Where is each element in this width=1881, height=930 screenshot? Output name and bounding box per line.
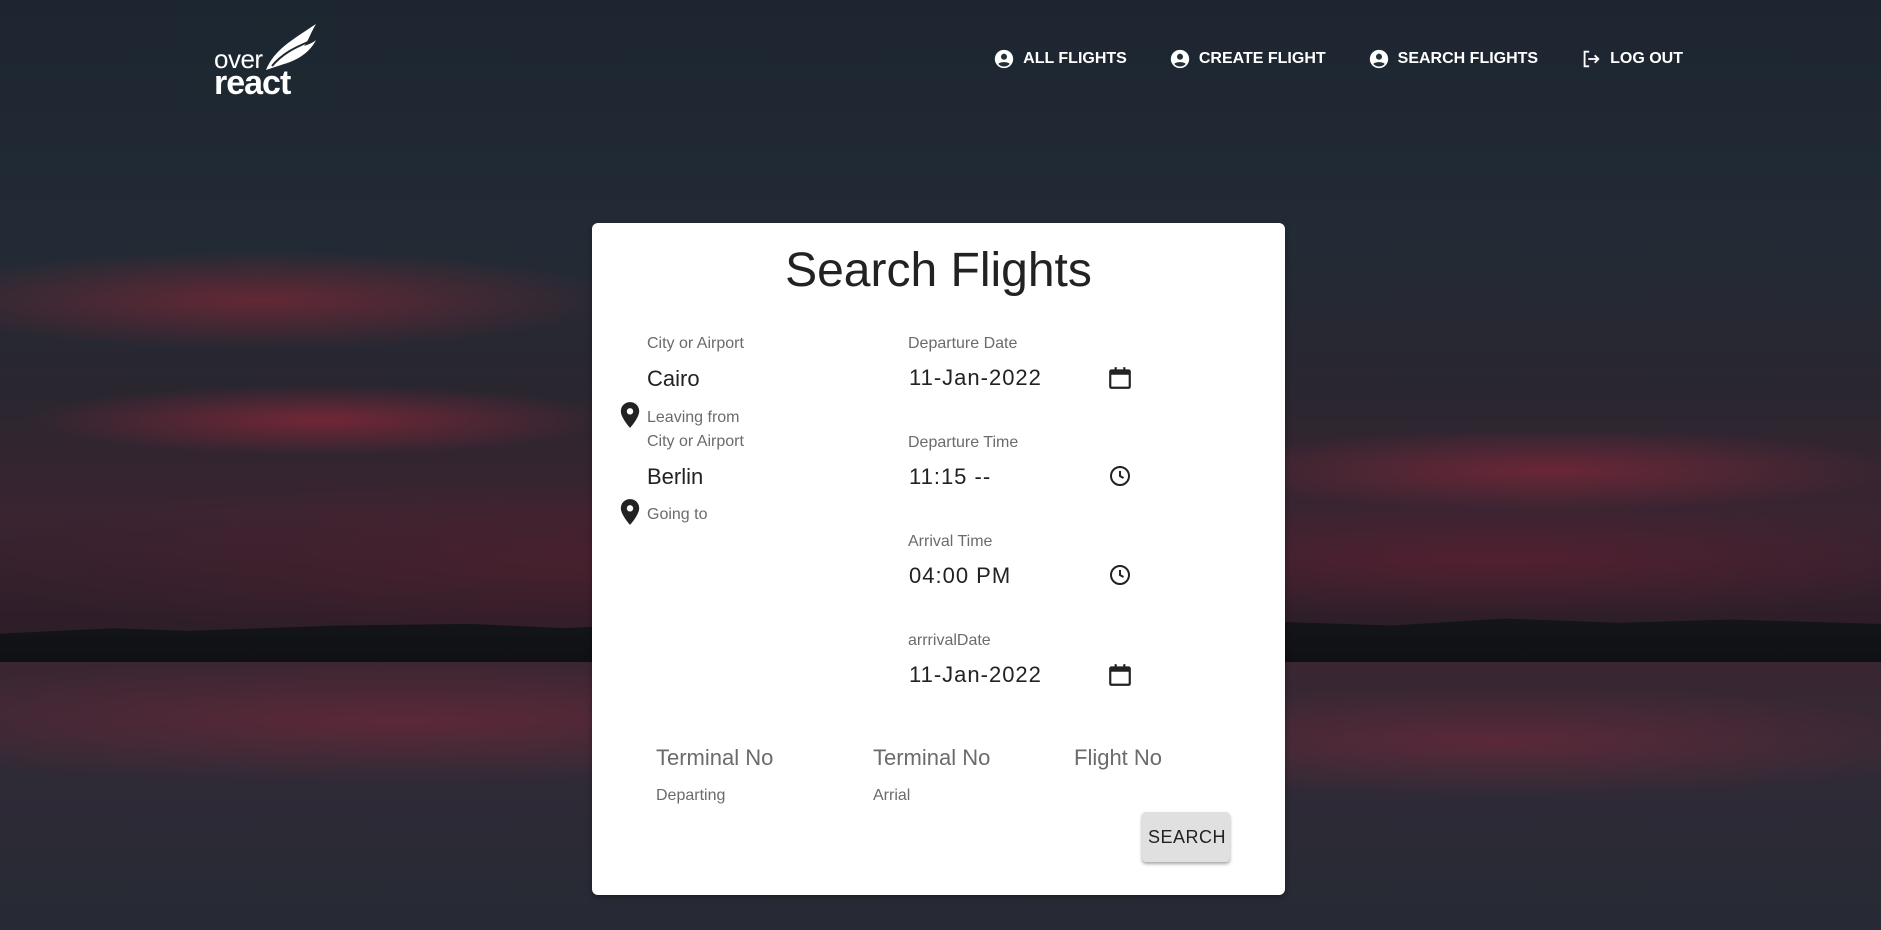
calendar-icon[interactable] [1107, 662, 1133, 688]
logout-icon [1583, 50, 1600, 68]
departing-terminal-input[interactable]: Terminal No [656, 745, 773, 771]
search-button[interactable]: SEARCH [1142, 812, 1230, 862]
nav-create-flight-label: CREATE FLIGHT [1198, 50, 1326, 67]
from-field-label: City or Airport [647, 335, 744, 352]
search-flights-card: Search Flights City or Airport Cairo Lea… [592, 223, 1285, 895]
arrival-time-input[interactable]: 04:00 PM [909, 563, 1011, 589]
nav-all-flights[interactable]: ALL FLIGHTS [993, 48, 1127, 70]
calendar-icon[interactable] [1107, 365, 1133, 391]
departure-date-input[interactable]: 11-Jan-2022 [909, 365, 1042, 391]
nav-log-out[interactable]: LOG OUT [1580, 48, 1683, 70]
arrival-terminal-input[interactable]: Terminal No [873, 745, 990, 771]
user-circle-icon [1170, 49, 1190, 69]
arrival-terminal-helper: Arrial [873, 787, 911, 804]
to-field[interactable]: Berlin [647, 464, 703, 490]
user-circle-icon [994, 49, 1014, 69]
page-title: Search Flights [785, 244, 1092, 297]
wing-icon [266, 24, 316, 70]
main-nav: ALL FLIGHTS CREATE FLIGHT SEARCH FLIGHTS… [993, 48, 1683, 70]
user-circle-icon [1369, 49, 1388, 69]
arrival-time-label: Arrival Time [908, 533, 993, 550]
to-field-label: City or Airport [647, 433, 744, 450]
from-field[interactable]: Cairo [647, 366, 700, 392]
app-logo[interactable]: over react [184, 14, 332, 100]
to-helper-text: Going to [647, 506, 708, 523]
flight-number-input[interactable]: Flight No [1074, 745, 1162, 771]
from-helper-text: Leaving from [647, 409, 740, 426]
location-pin-icon [620, 402, 640, 428]
clock-icon[interactable] [1108, 464, 1132, 488]
arrival-date-label: arrrivalDate [908, 632, 991, 649]
location-pin-icon [620, 499, 640, 525]
clock-icon[interactable] [1108, 563, 1132, 587]
arrival-date-input[interactable]: 11-Jan-2022 [909, 662, 1042, 688]
nav-all-flights-label: ALL FLIGHTS [1023, 50, 1127, 67]
nav-create-flight[interactable]: CREATE FLIGHT [1169, 48, 1326, 70]
nav-log-out-label: LOG OUT [1610, 50, 1683, 67]
departure-date-label: Departure Date [908, 335, 1018, 352]
nav-search-flights[interactable]: SEARCH FLIGHTS [1368, 48, 1538, 70]
departure-time-label: Departure Time [908, 434, 1019, 451]
nav-search-flights-label: SEARCH FLIGHTS [1397, 50, 1539, 67]
departing-terminal-helper: Departing [656, 787, 726, 804]
departure-time-input[interactable]: 11:15 -- [909, 464, 991, 490]
